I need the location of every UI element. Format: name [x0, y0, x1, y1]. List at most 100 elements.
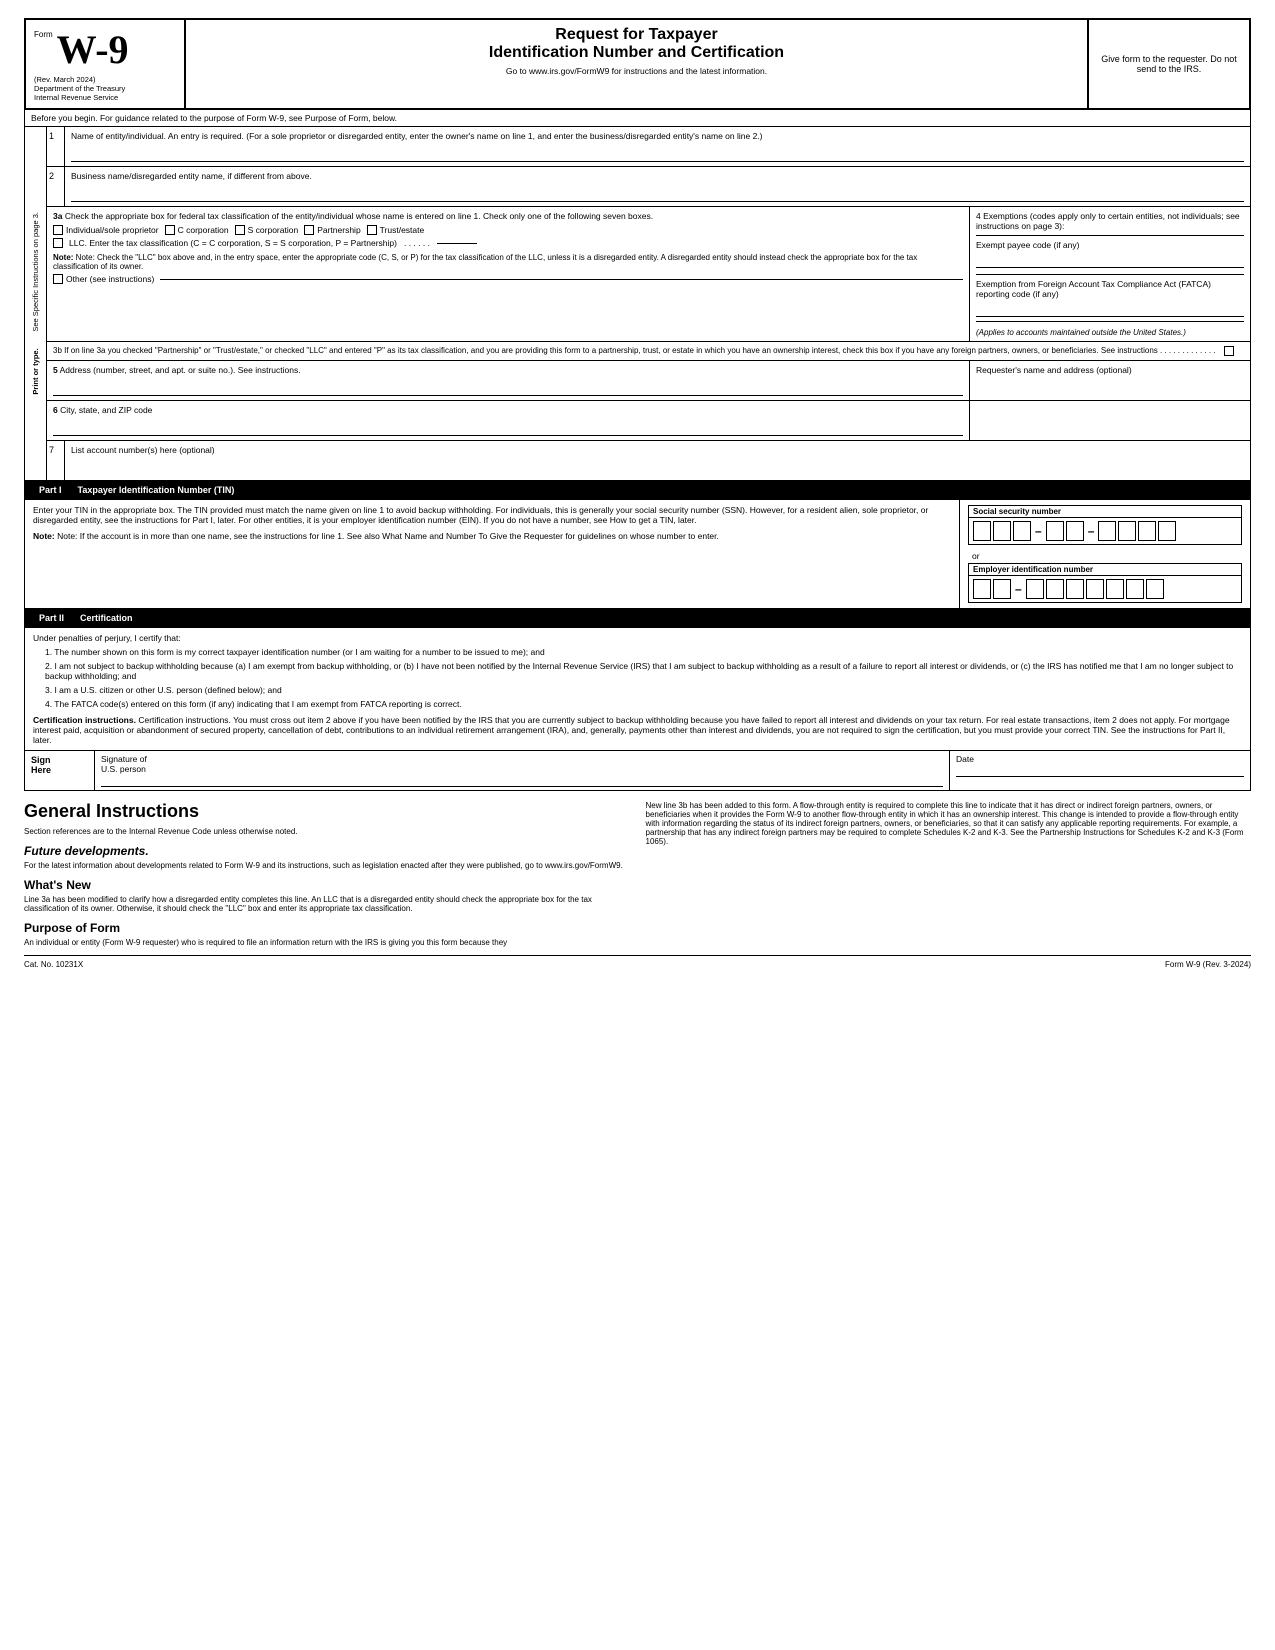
sign-date: Date — [950, 751, 1250, 790]
chk-llc[interactable]: LLC. Enter the tax classification (C = C… — [53, 238, 477, 248]
row-2-label: Business name/disregarded entity name, i… — [71, 171, 1244, 181]
row-5-right: Requester's name and address (optional) — [970, 361, 1250, 400]
row-5-left: 5 Address (number, street, and apt. or s… — [47, 361, 970, 400]
ssn-cell-9[interactable] — [1158, 521, 1176, 541]
gi-left-col: General Instructions Section references … — [24, 801, 630, 947]
row-7-label: List account number(s) here (optional) — [71, 445, 1244, 455]
ein-cell-3[interactable] — [1026, 579, 1044, 599]
row-3b-checkbox[interactable] — [1224, 346, 1234, 356]
exempt-payee-label: Exempt payee code (if any) — [976, 240, 1244, 250]
date-line[interactable] — [956, 776, 1244, 777]
checkbox-row-1: Individual/sole proprietor C corporation… — [53, 225, 963, 235]
chk-other[interactable]: Other (see instructions) — [53, 274, 154, 284]
fatca-input[interactable] — [976, 303, 1244, 317]
gi-section-ref: Section references are to the Internal R… — [24, 827, 630, 836]
chk-individual-box[interactable] — [53, 225, 63, 235]
chk-partnership[interactable]: Partnership — [304, 225, 360, 235]
chk-individual[interactable]: Individual/sole proprietor — [53, 225, 159, 235]
part2-title: Certification — [80, 613, 133, 623]
part1-left: Enter your TIN in the appropriate box. T… — [25, 500, 960, 608]
ssn-cell-6[interactable] — [1098, 521, 1116, 541]
chk-trust[interactable]: Trust/estate — [367, 225, 425, 235]
row-4: 4 Exemptions (codes apply only to certai… — [970, 207, 1250, 341]
cat-no: Cat. No. 10231X — [24, 960, 83, 969]
row-5: 5 Address (number, street, and apt. or s… — [47, 361, 1250, 401]
sidebar-instructions: See Specific Instructions on page 3. — [31, 212, 40, 332]
row-7-input[interactable] — [71, 458, 1244, 476]
general-instructions: General Instructions Section references … — [24, 801, 1251, 947]
form-title-2: Identification Number and Certification — [196, 44, 1077, 62]
ein-box: Employer identification number – — [968, 563, 1242, 603]
ssn-cell-4[interactable] — [1046, 521, 1064, 541]
row-2-content: Business name/disregarded entity name, i… — [65, 167, 1250, 206]
ssn-cell-8[interactable] — [1138, 521, 1156, 541]
ein-cell-4[interactable] — [1046, 579, 1064, 599]
part1-right: Social security number – – or Emplo — [960, 500, 1250, 608]
chk-trust-box[interactable] — [367, 225, 377, 235]
dept-info: (Rev. March 2024) Department of the Trea… — [34, 75, 176, 102]
sidebar: Print or type. See Specific Instructions… — [25, 127, 47, 480]
part1-note: Note: Note: If the account is in more th… — [33, 531, 951, 541]
chk-other-box[interactable] — [53, 274, 63, 284]
or-text: or — [968, 549, 1242, 563]
rev-date: (Rev. March 2024) — [34, 75, 176, 84]
form-word: Form — [34, 30, 53, 39]
chk-partnership-box[interactable] — [304, 225, 314, 235]
purpose-title: Purpose of Form — [24, 921, 630, 935]
ein-cell-9[interactable] — [1146, 579, 1164, 599]
ssn-cell-2[interactable] — [993, 521, 1011, 541]
cert-instructions: Certification instructions. Certificatio… — [33, 715, 1242, 745]
row-6-label: 6 City, state, and ZIP code — [53, 405, 963, 415]
chk-ccorp[interactable]: C corporation — [165, 225, 229, 235]
chk-ccorp-box[interactable] — [165, 225, 175, 235]
sig-of-label: Signature of — [101, 754, 943, 764]
row-5-label: 5 Address (number, street, and apt. or s… — [53, 365, 963, 375]
chk-other-row: Other (see instructions) — [53, 274, 963, 284]
ssn-dash-1: – — [1033, 524, 1044, 538]
date-label: Date — [956, 754, 1244, 764]
ssn-cell-1[interactable] — [973, 521, 991, 541]
ein-cell-8[interactable] — [1126, 579, 1144, 599]
ein-cell-5[interactable] — [1066, 579, 1084, 599]
before-begin-text: Before you begin. For guidance related t… — [31, 113, 397, 123]
row-1-input[interactable] — [71, 144, 1244, 162]
row-6-right — [970, 401, 1250, 440]
whats-new-title: What's New — [24, 878, 630, 892]
row-7-number: 7 — [47, 441, 65, 480]
ssn-cell-3[interactable] — [1013, 521, 1031, 541]
ssn-cell-7[interactable] — [1118, 521, 1136, 541]
ein-cell-2[interactable] — [993, 579, 1011, 599]
cert-item-3: 3. I am a U.S. citizen or other U.S. per… — [33, 685, 1242, 695]
llc-row: LLC. Enter the tax classification (C = C… — [53, 238, 963, 250]
llc-note: Note: Note: Check the "LLC" box above an… — [53, 253, 963, 271]
ein-cell-6[interactable] — [1086, 579, 1104, 599]
ein-cell-1[interactable] — [973, 579, 991, 599]
chk-llc-box[interactable] — [53, 238, 63, 248]
chk-scorp[interactable]: S corporation — [235, 225, 299, 235]
row-6-left: 6 City, state, and ZIP code — [47, 401, 970, 440]
row-1: 1 Name of entity/individual. An entry is… — [47, 127, 1250, 167]
row-5-input[interactable] — [53, 378, 963, 396]
ssn-label: Social security number — [969, 506, 1241, 518]
fatca-label: Exemption from Foreign Account Tax Compl… — [976, 279, 1244, 299]
ein-dash: – — [1013, 582, 1024, 596]
sign-here-text: Sign Here — [31, 755, 88, 775]
chk-other-label: Other (see instructions) — [66, 274, 154, 284]
sig-us-person: U.S. person — [101, 764, 943, 774]
part2-area: Under penalties of perjury, I certify th… — [24, 628, 1251, 751]
chk-individual-label: Individual/sole proprietor — [66, 225, 159, 235]
header-right: Give form to the requester. Do not send … — [1089, 20, 1249, 108]
signature-line[interactable] — [101, 786, 943, 787]
ssn-dash-2: – — [1086, 524, 1097, 538]
row-1-content: Name of entity/individual. An entry is r… — [65, 127, 1250, 166]
chk-llc-label: LLC. Enter the tax classification (C = C… — [69, 238, 397, 248]
row-3b-text: 3b If on line 3a you checked "Partnershi… — [53, 346, 1216, 355]
cert-item-1: 1. The number shown on this form is my c… — [33, 647, 1242, 657]
row-2-input[interactable] — [71, 184, 1244, 202]
exempt-payee-input[interactable] — [976, 254, 1244, 268]
row-6-input[interactable] — [53, 418, 963, 436]
ssn-cell-5[interactable] — [1066, 521, 1084, 541]
ein-cell-7[interactable] — [1106, 579, 1124, 599]
cert-item-2: 2. I am not subject to backup withholdin… — [33, 661, 1242, 681]
chk-scorp-box[interactable] — [235, 225, 245, 235]
